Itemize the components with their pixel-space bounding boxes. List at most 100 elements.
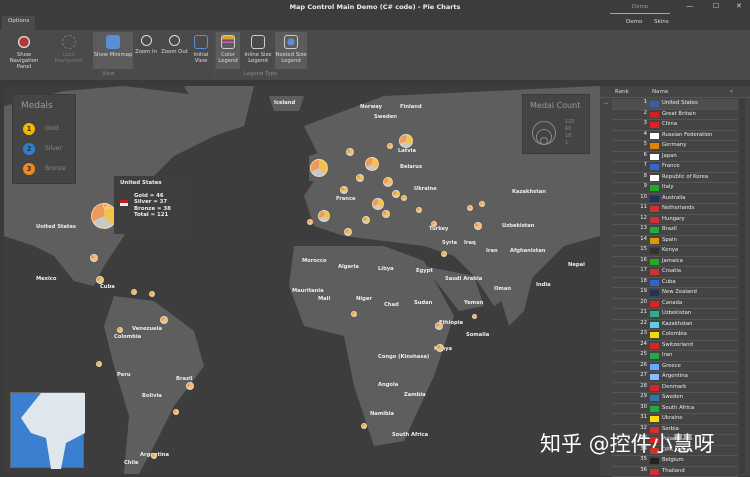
- minimize-button[interactable]: —: [686, 2, 693, 10]
- table-row[interactable]: 1United States: [612, 99, 738, 110]
- table-row[interactable]: 18Cuba: [612, 278, 738, 289]
- medal-pie-marker[interactable]: [346, 148, 354, 156]
- medal-pie-marker[interactable]: [383, 177, 393, 187]
- column-header-name[interactable]: Name: [652, 89, 668, 95]
- close-button[interactable]: ✕: [736, 2, 742, 10]
- show-minimap-button[interactable]: Show Minimap: [93, 32, 133, 69]
- initial-view-button[interactable]: Initial View: [191, 32, 211, 69]
- filter-icon[interactable]: ▾: [730, 89, 733, 95]
- medal-pie-marker[interactable]: [436, 344, 444, 352]
- tab-skins[interactable]: Skins: [648, 17, 675, 27]
- medal-pie-marker[interactable]: [365, 157, 379, 171]
- table-row[interactable]: 12Hungary: [612, 215, 738, 226]
- table-row[interactable]: 2Great Britain: [612, 110, 738, 121]
- medal-pie-marker[interactable]: [479, 201, 485, 207]
- medal-pie-marker[interactable]: [149, 291, 155, 297]
- medal-pie-marker[interactable]: [361, 423, 367, 429]
- minimap-icon: [106, 35, 120, 49]
- medal-pie-marker[interactable]: [344, 228, 352, 236]
- column-header-rank[interactable]: Rank: [615, 89, 629, 95]
- table-row[interactable]: 5Germany: [612, 141, 738, 152]
- zoom-in-button[interactable]: Zoom In: [135, 32, 157, 69]
- table-row[interactable]: 22Kazakhstan: [612, 320, 738, 331]
- table-row[interactable]: 19New Zealand: [612, 288, 738, 299]
- medal-pie-marker[interactable]: [399, 134, 413, 148]
- table-row[interactable]: 28Denmark: [612, 383, 738, 394]
- medal-pie-marker[interactable]: [103, 203, 109, 209]
- flag-icon: [650, 217, 659, 223]
- table-row[interactable]: 25Iran: [612, 351, 738, 362]
- tab-demo[interactable]: Demo: [620, 17, 648, 27]
- medal-pie-marker[interactable]: [117, 327, 123, 333]
- zoom-out-button[interactable]: Zoom Out: [161, 32, 188, 69]
- table-row[interactable]: 17Croatia: [612, 267, 738, 278]
- lock-navigation-button[interactable]: Lock Navigation: [48, 32, 90, 69]
- map-view[interactable]: IcelandNorwayFinlandSwedenLatviaBelarusU…: [4, 86, 600, 474]
- medal-pie-marker[interactable]: [96, 276, 104, 284]
- medal-pie-marker[interactable]: [96, 361, 102, 367]
- medal-pie-marker[interactable]: [472, 314, 477, 319]
- table-row[interactable]: 10Australia: [612, 194, 738, 205]
- medal-pie-marker[interactable]: [90, 254, 98, 262]
- table-row[interactable]: 3China: [612, 120, 738, 131]
- medal-pie-marker[interactable]: [318, 210, 330, 222]
- medal-pie-marker[interactable]: [467, 205, 473, 211]
- medal-pie-marker[interactable]: [416, 207, 422, 213]
- medal-pie-marker[interactable]: [435, 322, 443, 330]
- medal-pie-marker[interactable]: [441, 251, 447, 257]
- map-label: Mauritania: [292, 288, 324, 294]
- country-name-cell: New Zealand: [662, 289, 697, 295]
- medal-pie-marker[interactable]: [431, 221, 437, 227]
- tab-options[interactable]: Options: [2, 16, 35, 30]
- medal-pie-marker[interactable]: [382, 210, 390, 218]
- country-name-cell: Australia: [662, 195, 685, 201]
- rank-cell: 23: [612, 330, 647, 336]
- medal-pie-marker[interactable]: [307, 219, 313, 225]
- table-row[interactable]: 13Brazil: [612, 225, 738, 236]
- flag-icon: [650, 311, 659, 317]
- medal-pie-marker[interactable]: [186, 382, 194, 390]
- table-row[interactable]: 6Japan: [612, 152, 738, 163]
- map-label: Morocco: [302, 258, 327, 264]
- table-row[interactable]: 36Thailand: [612, 467, 738, 477]
- medal-pie-marker[interactable]: [372, 198, 384, 210]
- show-navigation-panel-button[interactable]: Show Navigation Panel: [2, 32, 46, 69]
- medal-pie-marker[interactable]: [387, 143, 393, 149]
- table-row[interactable]: 27Argentina: [612, 372, 738, 383]
- table-row[interactable]: 4Russian Federation: [612, 131, 738, 142]
- medal-pie-marker[interactable]: [401, 195, 407, 201]
- medal-pie-marker[interactable]: [351, 311, 357, 317]
- table-row[interactable]: 8Republic of Korea: [612, 173, 738, 184]
- color-legend-button[interactable]: Color Legend: [216, 32, 240, 69]
- medal-pie-marker[interactable]: [160, 316, 168, 324]
- medal-pie-marker[interactable]: [392, 190, 400, 198]
- table-row[interactable]: 26Greece: [612, 362, 738, 373]
- medal-pie-marker[interactable]: [151, 453, 157, 459]
- table-row[interactable]: 24Switzerland: [612, 341, 738, 352]
- table-row[interactable]: 31Ukraine: [612, 414, 738, 425]
- table-row[interactable]: 7France: [612, 162, 738, 173]
- medal-pie-marker[interactable]: [356, 174, 364, 182]
- inline-size-legend-button[interactable]: Inline Size Legend: [243, 32, 273, 69]
- minimap[interactable]: [10, 392, 84, 468]
- nested-size-legend-button[interactable]: Nested Size Legend: [275, 32, 307, 69]
- table-row[interactable]: 15Kenya: [612, 246, 738, 257]
- medal-pie-marker[interactable]: [131, 289, 137, 295]
- medal-pie-marker[interactable]: [173, 409, 179, 415]
- table-row[interactable]: 23Colombia: [612, 330, 738, 341]
- country-name-cell: Argentina: [662, 373, 688, 379]
- medal-pie-marker[interactable]: [340, 186, 348, 194]
- table-row[interactable]: 14Spain: [612, 236, 738, 247]
- table-row[interactable]: 29Sweden: [612, 393, 738, 404]
- medal-pie-marker[interactable]: [362, 216, 370, 224]
- medal-pie-marker[interactable]: [310, 159, 328, 177]
- vertical-scrollbar[interactable]: [739, 99, 745, 474]
- table-row[interactable]: 30South Africa: [612, 404, 738, 415]
- maximize-button[interactable]: ☐: [713, 2, 719, 10]
- table-row[interactable]: 20Canada: [612, 299, 738, 310]
- table-row[interactable]: 16Jamaica: [612, 257, 738, 268]
- table-row[interactable]: 21Uzbekistan: [612, 309, 738, 320]
- medal-pie-marker[interactable]: [474, 222, 482, 230]
- table-row[interactable]: 11Netherlands: [612, 204, 738, 215]
- table-row[interactable]: 9Italy: [612, 183, 738, 194]
